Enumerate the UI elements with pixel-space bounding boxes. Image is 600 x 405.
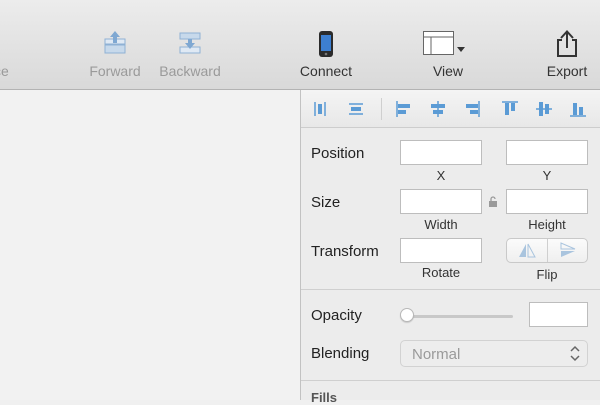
position-y-label: Y	[542, 168, 552, 183]
distribute-horizontal-icon[interactable]	[309, 98, 331, 120]
flip-horizontal-button[interactable]	[507, 239, 547, 262]
section-divider	[301, 289, 600, 290]
align-middle-vertical-icon[interactable]	[533, 98, 555, 120]
view-label: View	[432, 63, 464, 79]
backward-button[interactable]: Backward	[155, 0, 225, 90]
flip-segmented-control	[506, 238, 588, 263]
blending-value: Normal	[412, 346, 461, 363]
flip-label: Flip	[536, 267, 558, 282]
inspector-panel: Position X Y Size Width Height Transform…	[300, 90, 600, 405]
export-button[interactable]: Export	[540, 0, 594, 90]
rotate-field[interactable]	[400, 238, 482, 263]
section-divider	[301, 380, 600, 381]
transform-label: Transform	[311, 243, 379, 260]
opacity-label: Opacity	[311, 307, 362, 324]
unlock-icon[interactable]	[488, 196, 498, 207]
position-x-field[interactable]	[400, 140, 482, 165]
opacity-slider-track[interactable]	[407, 315, 513, 318]
align-left-icon[interactable]	[393, 98, 415, 120]
position-label: Position	[311, 145, 365, 162]
export-label: Export	[546, 63, 588, 79]
canvas-area[interactable]	[0, 90, 300, 400]
flip-horizontal-icon	[519, 243, 536, 258]
backward-icon	[179, 32, 201, 54]
chevron-down-icon	[457, 47, 465, 52]
view-button[interactable]: View	[420, 0, 476, 90]
align-center-horizontal-icon[interactable]	[427, 98, 449, 120]
backward-label: Backward	[159, 63, 221, 79]
forward-button[interactable]: Forward	[85, 0, 145, 90]
forward-label: Forward	[89, 63, 141, 79]
blending-label: Blending	[311, 345, 370, 362]
opacity-slider-thumb[interactable]	[400, 308, 414, 322]
view-layout-icon	[423, 31, 465, 55]
phone-icon	[319, 31, 333, 57]
flip-vertical-button[interactable]	[548, 239, 588, 262]
position-x-label: X	[436, 168, 446, 183]
flip-vertical-icon	[560, 242, 576, 257]
size-width-label: Width	[424, 217, 458, 232]
rotate-label: Rotate	[421, 265, 461, 280]
alignment-toolbar	[301, 90, 600, 128]
opacity-field[interactable]	[529, 302, 588, 327]
up-down-chevron-icon	[570, 345, 580, 362]
align-top-icon[interactable]	[499, 98, 521, 120]
fills-label: Fills	[311, 390, 338, 405]
distribute-vertical-icon[interactable]	[345, 98, 367, 120]
align-separator	[381, 98, 382, 120]
blending-select[interactable]: Normal	[400, 340, 588, 367]
connect-button[interactable]: Connect	[295, 0, 357, 90]
align-bottom-icon[interactable]	[567, 98, 589, 120]
size-height-label: Height	[528, 217, 566, 232]
align-right-icon[interactable]	[461, 98, 483, 120]
size-label: Size	[311, 194, 341, 211]
export-icon	[557, 30, 577, 57]
toolbar-cut-label[interactable]: ce	[0, 63, 9, 79]
size-width-field[interactable]	[400, 189, 482, 214]
position-y-field[interactable]	[506, 140, 588, 165]
forward-icon	[104, 31, 126, 54]
toolbar: ce Forward Backward Connect	[0, 0, 600, 90]
size-height-field[interactable]	[506, 189, 588, 214]
connect-label: Connect	[299, 63, 353, 79]
